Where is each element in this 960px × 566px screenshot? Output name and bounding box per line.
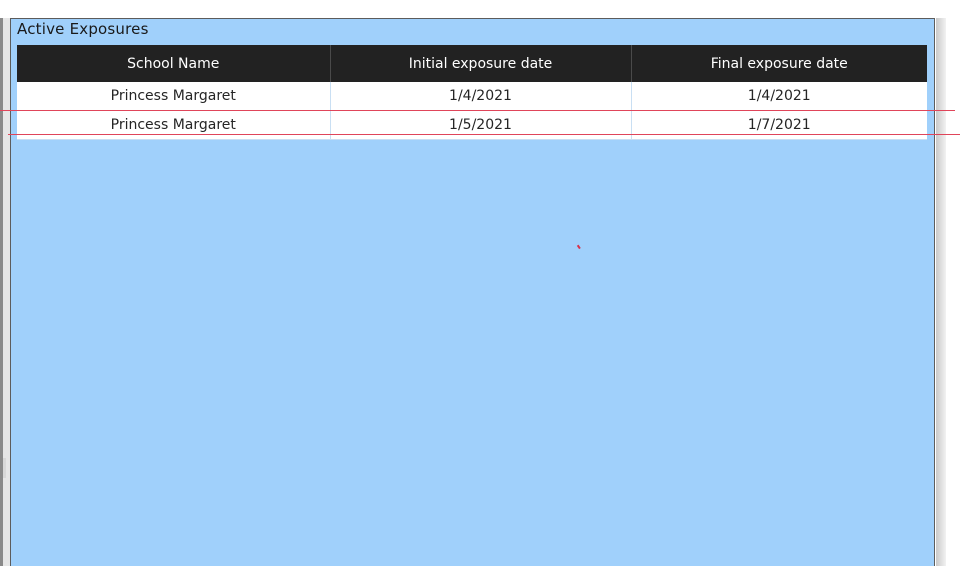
visual-title: Active Exposures — [17, 20, 149, 38]
cell-initial-exposure-date: 1/4/2021 — [329, 82, 631, 111]
cell-final-exposure-date: 1/7/2021 — [630, 110, 927, 140]
table-row[interactable]: Princess Margaret 1/4/2021 1/4/2021 — [17, 82, 927, 111]
table-row[interactable]: Princess Margaret 1/5/2021 1/7/2021 — [17, 110, 927, 140]
report-page: Active Exposures School Name Initial exp… — [0, 0, 960, 566]
cell-final-exposure-date: 1/4/2021 — [630, 82, 927, 111]
exposures-table[interactable]: School Name Initial exposure date Final … — [17, 45, 927, 140]
cell-school-name: Princess Margaret — [17, 82, 330, 111]
annotation-line — [8, 134, 960, 135]
cell-school-name: Princess Margaret — [17, 110, 330, 140]
column-header-school-name[interactable]: School Name — [17, 45, 330, 82]
active-exposures-visual[interactable]: Active Exposures School Name Initial exp… — [10, 18, 935, 566]
column-header-initial-exposure-date[interactable]: Initial exposure date — [329, 45, 631, 82]
cell-initial-exposure-date: 1/5/2021 — [329, 110, 631, 140]
right-panel-shadow — [936, 18, 946, 566]
annotation-line — [0, 110, 955, 111]
left-panel-handle[interactable] — [3, 458, 6, 478]
column-header-final-exposure-date[interactable]: Final exposure date — [630, 45, 927, 82]
table-header-row: School Name Initial exposure date Final … — [17, 45, 927, 82]
left-panel-edge — [0, 18, 10, 566]
